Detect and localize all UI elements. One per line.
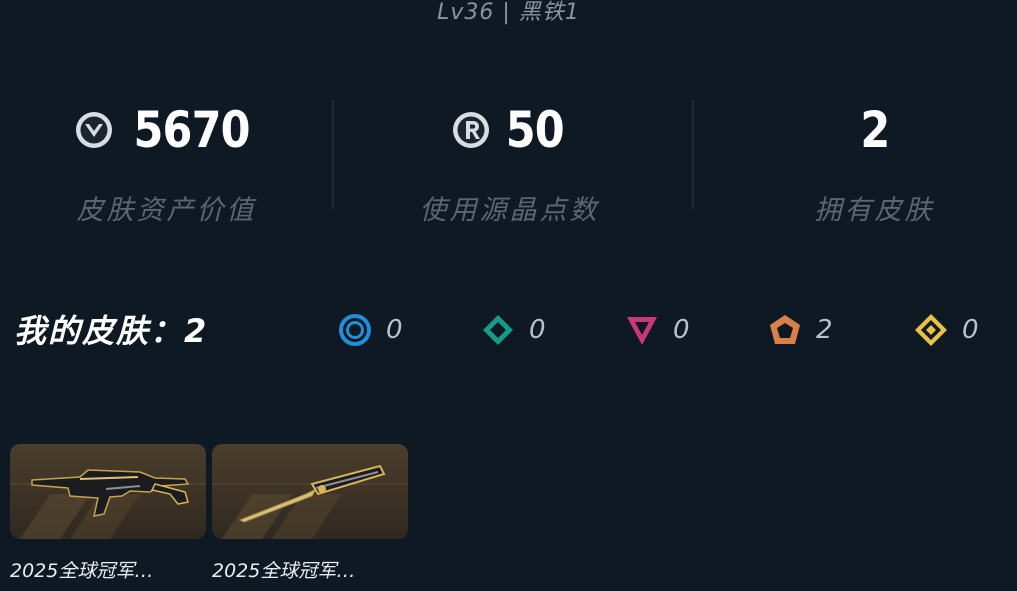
exclusive-tier-icon: [770, 315, 800, 344]
stat-divider: [332, 100, 334, 210]
rifle-skin-icon: [31, 469, 190, 517]
tier-filter-select[interactable]: 0: [338, 310, 403, 350]
valorant-points-icon: [75, 112, 112, 148]
tier-count: 0: [529, 315, 546, 345]
stat-value: 5670: [133, 101, 250, 159]
skin-card[interactable]: [10, 444, 206, 539]
stat-owned-skins: 2 拥有皮肤: [708, 96, 1017, 236]
stat-label: 拥有皮肤: [814, 195, 935, 226]
stat-radianite-points: 50 使用源晶点数: [343, 96, 676, 236]
tier-filter-exclusive[interactable]: 2: [768, 310, 833, 350]
stat-skin-asset-value: 5670 皮肤资产价值: [0, 96, 333, 236]
player-level-rank: Lv36 | 黑铁1: [437, 0, 580, 25]
select-tier-icon: [339, 314, 371, 346]
radianite-points-icon: [452, 112, 489, 148]
ultra-tier-icon: [915, 314, 947, 346]
stat-label: 皮肤资产价值: [76, 195, 257, 226]
deluxe-tier-icon: [483, 315, 513, 345]
stat-value: 50: [505, 101, 564, 159]
my-skins-title: 我的皮肤：2: [14, 312, 209, 350]
tier-filter-ultra[interactable]: 0: [914, 310, 979, 350]
tier-count: 0: [962, 315, 979, 345]
tier-count: 2: [816, 315, 833, 345]
tier-filter-deluxe[interactable]: 0: [481, 310, 546, 350]
knife-skin-icon: [238, 464, 386, 523]
skin-card-name: 2025全球冠军…: [10, 560, 154, 582]
skin-card[interactable]: [212, 444, 408, 539]
premium-tier-icon: [627, 317, 657, 345]
tier-count: 0: [386, 315, 403, 345]
stat-divider: [692, 100, 694, 210]
tier-filter-premium[interactable]: 0: [625, 310, 690, 350]
stat-value: 2: [859, 101, 890, 159]
skin-card-name: 2025全球冠军…: [212, 560, 356, 582]
tier-count: 0: [673, 315, 690, 345]
stat-label: 使用源晶点数: [419, 195, 600, 226]
